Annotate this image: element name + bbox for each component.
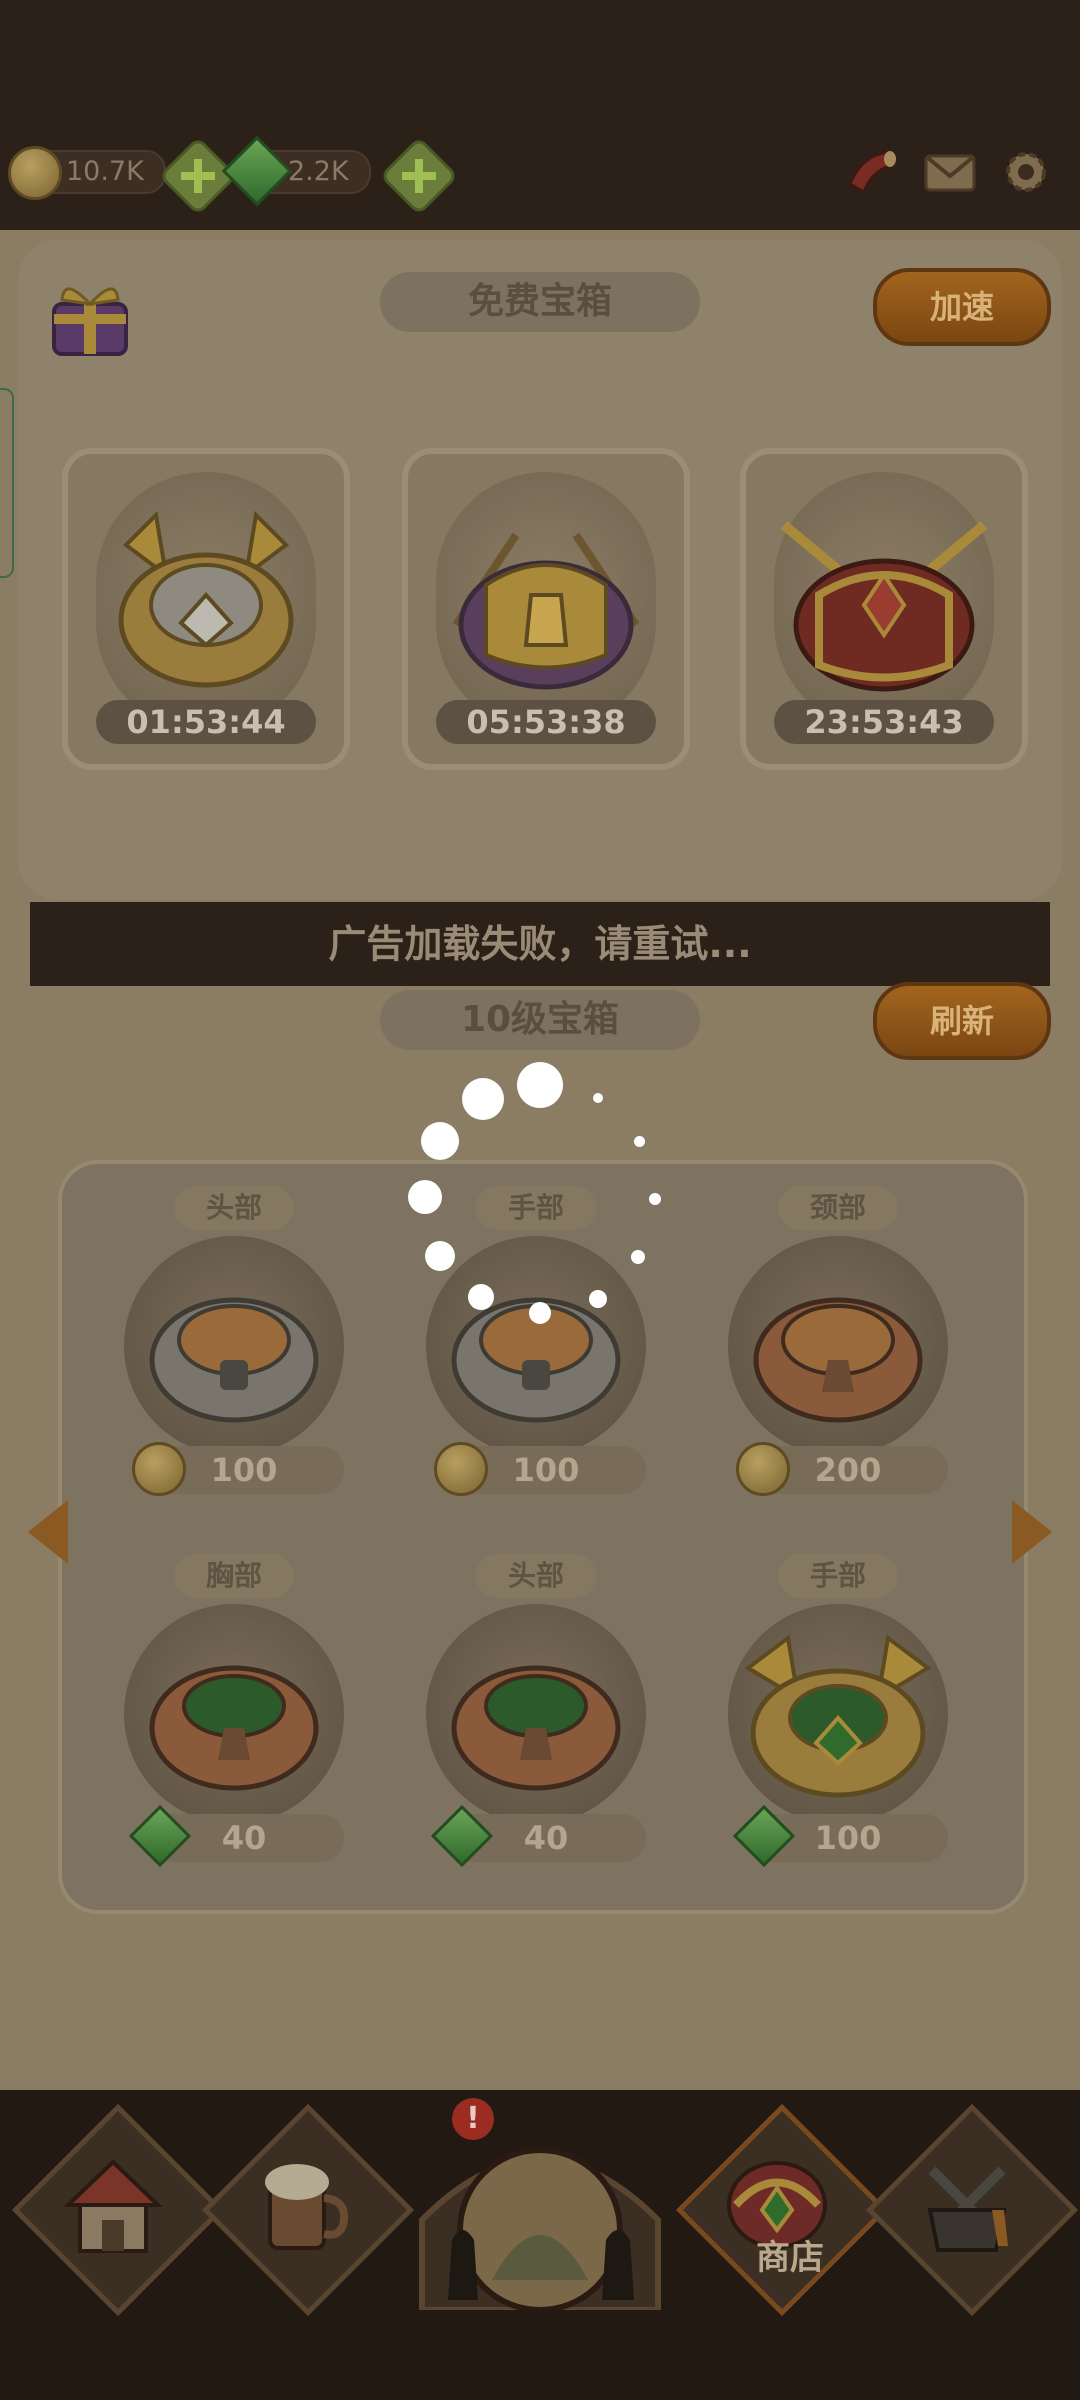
beer-mug-icon — [265, 2164, 349, 2250]
silver-horned-chest-icon — [118, 510, 294, 688]
green-bronze-chest-icon — [149, 1665, 319, 1791]
level-chest-item[interactable]: 手部 100 — [386, 1170, 686, 1520]
price-value: 40 — [221, 1819, 267, 1857]
nav-tavern-button[interactable] — [201, 2103, 415, 2317]
ad-failed-message: 广告加载失败，请重试... — [30, 902, 1050, 986]
level-chest-item[interactable]: 胸部 40 — [84, 1538, 384, 1888]
price-value: 100 — [814, 1819, 882, 1857]
slot-label: 颈部 — [778, 1186, 898, 1230]
nav-forge-button[interactable] — [865, 2103, 1079, 2317]
green-bronze-chest-icon — [451, 1665, 621, 1791]
speed-up-button[interactable]: 加速 — [873, 268, 1051, 346]
price-value: 200 — [814, 1451, 882, 1489]
gem-icon — [732, 1804, 796, 1868]
gold-resource: 10.7K — [8, 146, 166, 200]
green-gold-horned-chest-icon — [744, 1634, 932, 1798]
level-chest-item[interactable]: 颈部 200 — [688, 1170, 988, 1520]
price-tag: 100 — [434, 1442, 646, 1496]
red-gold-ornate-chest-icon — [780, 521, 988, 692]
top-bar — [0, 0, 1080, 240]
price-tag: 40 — [128, 1804, 344, 1868]
slot-label: 头部 — [476, 1554, 596, 1598]
gem-amount: 2.2K — [288, 156, 349, 187]
price-tag: 40 — [430, 1804, 646, 1868]
mail-icon[interactable] — [922, 144, 978, 200]
free-chest-slot[interactable]: 01:53:44 — [62, 448, 350, 770]
chest-timer: 01:53:44 — [96, 700, 316, 744]
level-chest-item[interactable]: 头部 100 — [84, 1170, 384, 1520]
nav-adventure-button[interactable] — [412, 2110, 668, 2313]
price-tag: 100 — [732, 1804, 948, 1868]
gem-icon — [128, 1804, 192, 1868]
notification-badge: ! — [452, 2098, 494, 2140]
chest-timer: 23:53:43 — [774, 700, 994, 744]
bronze-chest-icon — [753, 1297, 923, 1423]
anvil-forge-icon — [927, 2166, 1008, 2252]
free-chest-title: 免费宝箱 — [380, 272, 700, 332]
shop-label: 商店 — [756, 2238, 824, 2278]
purple-gold-chest-icon — [452, 532, 640, 690]
free-chest-slot[interactable]: 23:53:43 — [740, 448, 1028, 770]
nav-home-button[interactable] — [11, 2103, 225, 2317]
horn-icon[interactable] — [842, 144, 898, 200]
settings-gear-icon[interactable] — [998, 144, 1054, 200]
price-value: 40 — [523, 1819, 569, 1857]
price-value: 100 — [512, 1451, 580, 1489]
gold-coin-icon — [434, 1442, 488, 1496]
refresh-button[interactable]: 刷新 — [873, 982, 1051, 1060]
slot-label: 胸部 — [174, 1554, 294, 1598]
level-chest-title: 10级宝箱 — [380, 990, 700, 1050]
gold-coin-icon — [736, 1442, 790, 1496]
gold-coin-icon — [132, 1442, 186, 1496]
free-chest-slot[interactable]: 05:53:38 — [402, 448, 690, 770]
previous-page-arrow-icon[interactable] — [28, 1500, 68, 1564]
next-page-arrow-icon[interactable] — [1012, 1500, 1052, 1564]
price-value: 100 — [210, 1451, 278, 1489]
silver-chest-icon — [149, 1297, 319, 1423]
gem-resource: 2.2K — [221, 135, 371, 207]
adventure-portal-icon — [419, 2147, 661, 2313]
chest-timer: 05:53:38 — [436, 700, 656, 744]
price-tag: 200 — [736, 1442, 948, 1496]
gem-icon — [430, 1804, 494, 1868]
slot-label: 手部 — [778, 1554, 898, 1598]
level-chest-item[interactable]: 头部 40 — [386, 1538, 686, 1888]
gold-coin-icon — [8, 146, 62, 200]
slot-label: 头部 — [174, 1186, 294, 1230]
level-chest-item[interactable]: 手部 100 — [688, 1538, 988, 1888]
gift-box-icon[interactable] — [44, 270, 136, 362]
gold-amount: 10.7K — [66, 156, 144, 187]
slot-label: 手部 — [476, 1186, 596, 1230]
side-tab[interactable] — [0, 388, 14, 578]
house-icon — [63, 2159, 163, 2253]
price-tag: 100 — [132, 1442, 344, 1496]
